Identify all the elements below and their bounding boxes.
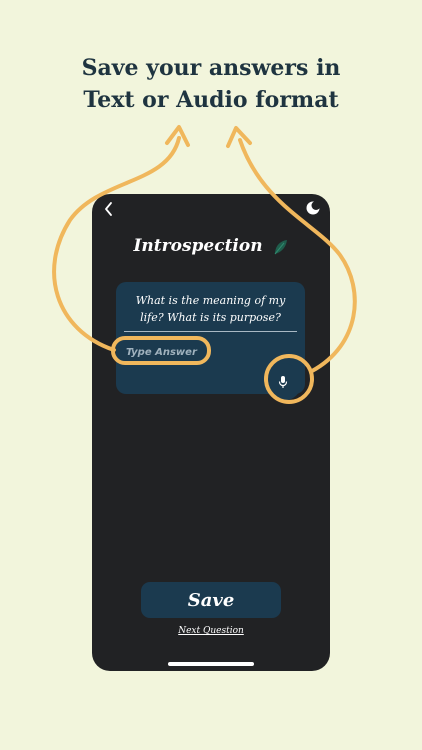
- promo-headline-line-2: Text or Audio format: [83, 87, 339, 113]
- save-button[interactable]: Save: [141, 582, 281, 618]
- app-title: Introspection: [92, 236, 330, 256]
- promo-headline: Save your answers in Text or Audio forma…: [0, 52, 422, 116]
- chevron-left-icon: [105, 202, 112, 216]
- phone-screen: Introspection What is the meaning of my …: [92, 194, 330, 671]
- question-text: What is the meaning of my life? What is …: [124, 292, 297, 332]
- app-title-text: Introspection: [133, 236, 263, 256]
- answer-input[interactable]: [122, 342, 230, 362]
- moon-icon: [306, 201, 321, 215]
- annotation-arrow-text-head: [165, 125, 190, 147]
- microphone-button[interactable]: [264, 363, 302, 401]
- leaf-icon: [274, 239, 287, 254]
- theme-toggle-button[interactable]: [305, 200, 321, 216]
- home-indicator: [168, 662, 254, 666]
- next-question-link[interactable]: Next Question: [92, 626, 330, 636]
- promo-headline-line-1: Save your answers in: [81, 55, 341, 81]
- annotation-arrow-audio-head: [226, 126, 252, 148]
- back-button[interactable]: [100, 200, 118, 218]
- microphone-icon: [278, 376, 288, 388]
